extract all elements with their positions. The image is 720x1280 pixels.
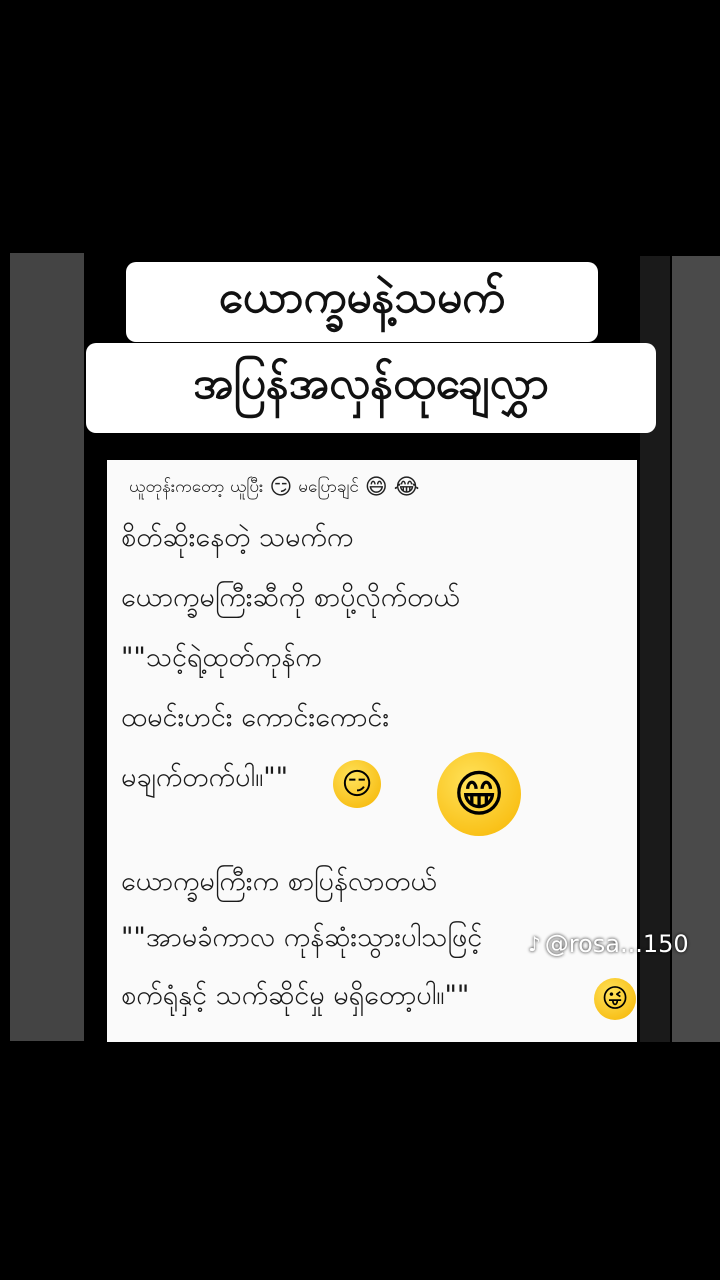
post-line-5: မချက်တက်ပါ။"" [121, 762, 289, 793]
header-text: ယူတုန်းကတော့ ယူပြီး [129, 476, 264, 497]
right-side-bar [672, 256, 720, 1042]
post-line-8: စက်ရုံနှင့် သက်ဆိုင်မှု မရှိတော့ပါ။"" [121, 980, 470, 1011]
tongue-emoji-icon: 😜 [594, 978, 636, 1020]
title-line-2: အပြန်အလှန်ထုချေလွှာ [86, 343, 656, 433]
watermark-username: @rosa...150 [544, 930, 689, 958]
grin-face-icon: 😁 [437, 752, 521, 836]
tiktok-icon: ♪ [528, 932, 541, 956]
post-line-4: ထမင်းဟင်း ကောင်းကောင်း [121, 702, 390, 733]
header-text-2: မပြောချင် [298, 476, 359, 497]
grin-emoji-icon: 😄 [364, 475, 388, 500]
title-line-1: ယောက္ခမနဲ့သမက် [126, 262, 598, 342]
tiktok-watermark: ♪ @rosa...150 [528, 930, 689, 958]
smirk-emoji-icon: 😏 [269, 475, 293, 500]
post-line-1: စိတ်ဆိုးနေတဲ့ သမက်က [121, 522, 354, 553]
smirk-emoji-icon: 😏 [333, 760, 381, 808]
laugh-emoji-icon: 😂 [393, 475, 420, 500]
post-line-7: ""အာမခံကာလ ကုန်ဆုံးသွားပါသဖြင့် [121, 922, 483, 953]
post-header: ယူတုန်းကတော့ ယူပြီး 😏 မပြောချင် 😄 😂 [129, 470, 419, 506]
post-line-3: ""သင့်ရဲ့ထုတ်ကုန်က [121, 642, 322, 673]
post-line-6: ယောက္ခမကြီးက စာပြန်လာတယ် [121, 866, 437, 897]
left-side-bar [10, 253, 84, 1041]
post-line-2: ယောက္ခမကြီးဆီကို စာပို့လိုက်တယ် [121, 582, 460, 613]
